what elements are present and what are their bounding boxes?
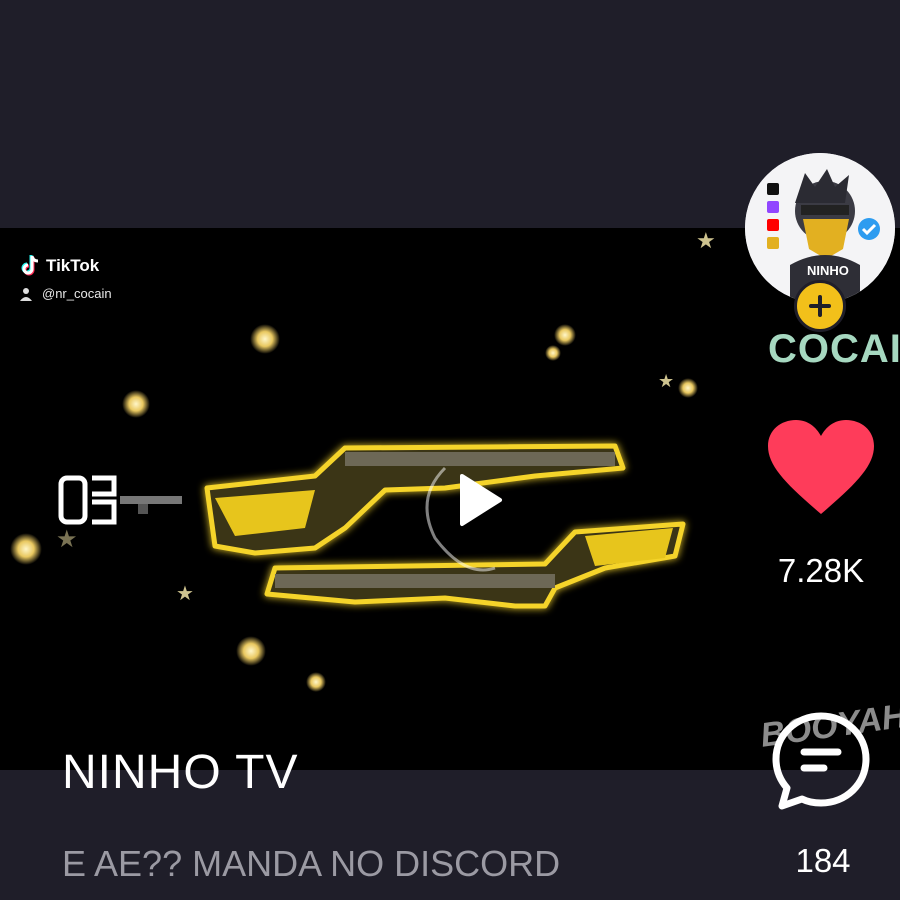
sparkle xyxy=(236,636,266,666)
tiktok-brand: TikTok xyxy=(20,254,112,278)
comment-count: 184 xyxy=(795,842,851,879)
partial-label: COCAI xyxy=(768,327,900,371)
small-weapon-icon xyxy=(120,496,182,514)
user-icon xyxy=(20,287,32,301)
heart-icon xyxy=(768,420,874,514)
play-button[interactable] xyxy=(436,470,524,530)
watermark-username-label: @nr_cocain xyxy=(42,286,112,301)
tiktok-watermark: TikTok @nr_cocain xyxy=(20,254,112,301)
svg-text:NINHO: NINHO xyxy=(807,263,849,278)
video-caption: E AE?? MANDA NO DISCORD xyxy=(62,843,561,884)
watermark-username: @nr_cocain xyxy=(20,286,112,301)
sparkle xyxy=(545,345,561,361)
sparkle xyxy=(554,324,576,346)
sparkle xyxy=(678,378,698,398)
sparkle xyxy=(122,390,150,418)
watch-icon xyxy=(58,475,117,525)
sparkle xyxy=(250,324,280,354)
tiktok-icon xyxy=(21,255,39,276)
comment-icon xyxy=(772,712,870,810)
play-icon xyxy=(460,474,502,526)
channel-name[interactable]: NINHO TV xyxy=(62,745,298,800)
like-count: 7.28K xyxy=(777,552,865,589)
comment-button[interactable] xyxy=(768,708,874,814)
video-player[interactable]: ★ ★ ★ ★ TikTok @nr_cocain xyxy=(0,228,900,770)
sparkle xyxy=(306,672,326,692)
like-button[interactable] xyxy=(766,418,876,518)
tiktok-brand-label: TikTok xyxy=(46,256,100,275)
star: ★ xyxy=(56,526,78,553)
follow-button[interactable] xyxy=(794,280,846,332)
star: ★ xyxy=(696,228,716,253)
sparkle xyxy=(10,533,42,565)
plus-icon xyxy=(809,295,831,317)
star: ★ xyxy=(176,583,194,605)
star: ★ xyxy=(658,371,675,391)
